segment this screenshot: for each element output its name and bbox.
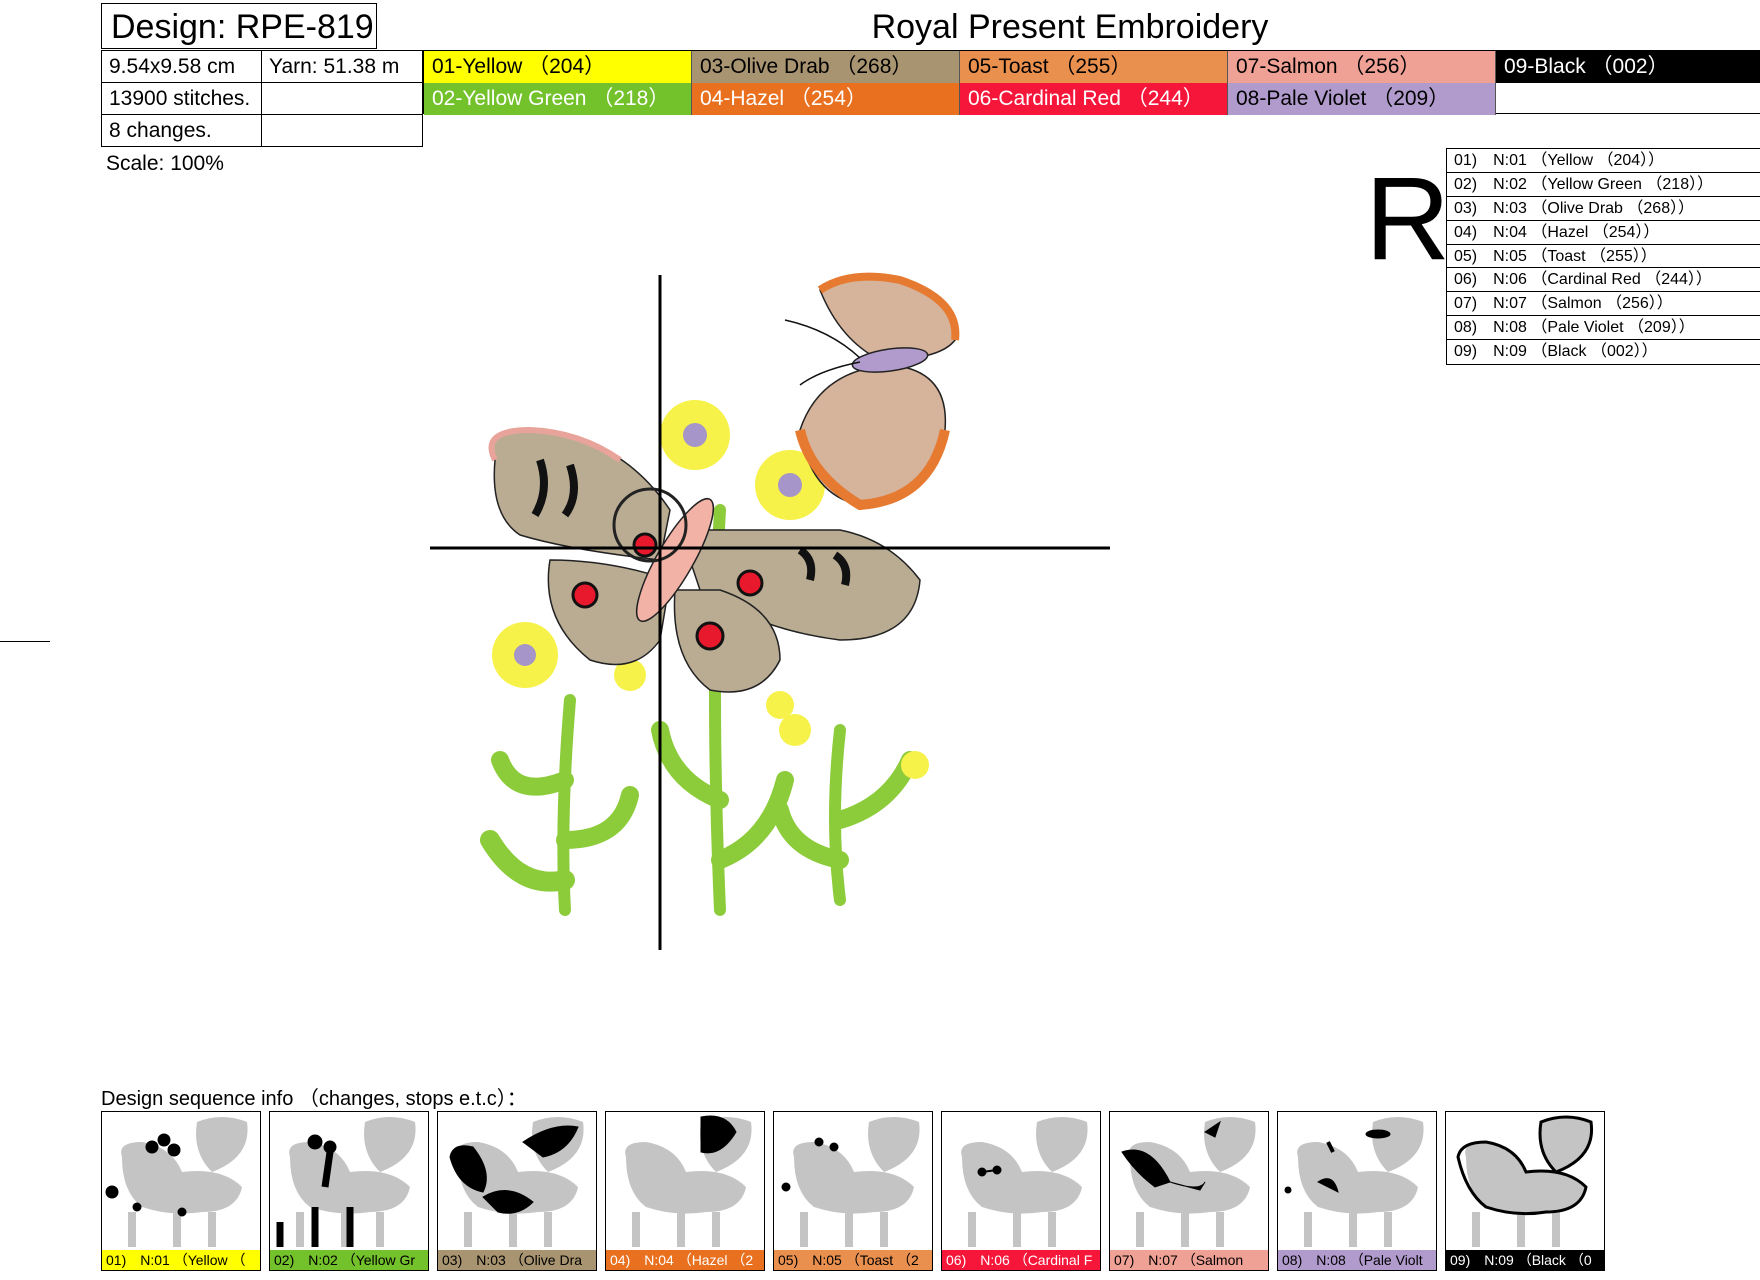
design-size: 9.54x9.58 cm [101, 50, 262, 83]
thumbnail-silhouette [781, 1117, 920, 1247]
thumbnail-label: 02) N:02 （Yellow Gr [270, 1250, 428, 1270]
color-swatch: 04-Hazel （254） [692, 83, 960, 115]
color-swatch: 03-Olive Drab （268） [692, 51, 960, 83]
sequence-thumbnail: 04) N:04 （Hazel （2 [605, 1111, 765, 1271]
stitch-order-row: 02) N:02 （Yellow Green （218）） [1447, 173, 1760, 197]
scale-label: Scale: 100% [106, 152, 224, 175]
thumbnail-silhouette [449, 1117, 584, 1247]
thumbnail-label: 08) N:08 （Pale Violt [1278, 1250, 1436, 1270]
color-swatch: 09-Black （002） [1496, 51, 1760, 83]
stitch-order-row: 09) N:09 （Black （002）） [1454, 343, 1658, 361]
sequence-thumbnail: 09) N:09 （Black （0 [1445, 1111, 1605, 1271]
margin-tick [0, 641, 50, 642]
sequence-thumbnail: 03) N:03 （Olive Dra [437, 1111, 597, 1271]
sequence-thumbnail: 02) N:02 （Yellow Gr [269, 1111, 429, 1271]
sequence-thumbnail: 01) N:01 （Yellow （ [101, 1111, 261, 1271]
color-swatch-grid: 01-Yellow （204） 03-Olive Drab （268） 05-Toa… [423, 50, 1760, 115]
sequence-thumbnail: 05) N:05 （Toast （2 [773, 1111, 933, 1271]
yarn-length: Yarn: 51.38 m [261, 50, 423, 83]
design-title: Design: RPE-819 [101, 3, 377, 49]
color-swatch: 08-Pale Violet （209） [1228, 83, 1496, 115]
reverse-mark: R [1365, 153, 1451, 285]
thumbnail-label: 04) N:04 （Hazel （2 [606, 1250, 764, 1270]
company-title: Royal Present Embroidery [871, 8, 1269, 46]
stitch-order-row: 01) N:01 （Yellow （204）） [1447, 149, 1760, 173]
sequence-thumbnail: 07) N:07 （Salmon [1109, 1111, 1269, 1271]
thumbnail-silhouette [961, 1117, 1088, 1247]
thumbnail-label: 09) N:09 （Black （0 [1446, 1250, 1604, 1270]
design-info-table: 9.54x9.58 cm Yarn: 51.38 m 13900 stitche… [101, 50, 423, 147]
thumbnail-silhouette [625, 1115, 752, 1247]
info-empty-cell [261, 114, 423, 147]
stitch-order-row: 03) N:03 （Olive Drab （268）） [1447, 197, 1760, 221]
thumbnail-silhouette [1456, 1115, 1594, 1247]
color-swatch: 07-Salmon （256） [1228, 51, 1496, 83]
stitch-count: 13900 stitches. [101, 82, 262, 115]
thumbnail-silhouette [1121, 1117, 1256, 1247]
stitch-order-row: 07) N:07 （Salmon （256）） [1447, 292, 1760, 317]
info-empty-cell [261, 82, 423, 115]
color-swatch-empty [1496, 83, 1760, 115]
sequence-thumbnail: 06) N:06 （Cardinal F [941, 1111, 1101, 1271]
stitch-order-row: 08) N:08 （Pale Violet （209）） [1447, 316, 1760, 341]
color-swatch: 01-Yellow （204） [424, 51, 692, 83]
color-swatch: 05-Toast （255） [960, 51, 1228, 83]
color-swatch: 06-Cardinal Red （244） [960, 83, 1228, 115]
sequence-thumbnail: 08) N:08 （Pale Violt [1277, 1111, 1437, 1271]
color-changes: 8 changes. [101, 114, 262, 147]
thumbnail-silhouette [276, 1117, 416, 1247]
sequence-thumbnail-strip: 01) N:01 （Yellow （ 02) N:02 （Yellow Gr 03)… [101, 1111, 1613, 1273]
embroidery-preview [430, 272, 1110, 950]
thumbnail-silhouette [1284, 1117, 1424, 1247]
thumbnail-label: 06) N:06 （Cardinal F [942, 1250, 1100, 1270]
stitch-order-list: 01) N:01 （Yellow （204）） 02) N:02 （Yellow … [1446, 148, 1760, 366]
color-swatch: 02-Yellow Green （218） [424, 83, 692, 115]
thumbnail-silhouette [105, 1117, 248, 1247]
thumbnail-label: 05) N:05 （Toast （2 [774, 1250, 932, 1270]
thumbnail-label: 01) N:01 （Yellow （ [102, 1250, 260, 1270]
stitch-order-row: 04) N:04 （Hazel （254）） [1447, 221, 1760, 245]
stitch-order-row: 06) N:06 （Cardinal Red （244）） [1447, 268, 1760, 293]
thumbnail-label: 03) N:03 （Olive Dra [438, 1250, 596, 1270]
sequence-label: Design sequence info （changes, stops e.t… [101, 1088, 527, 1110]
stitch-order-row: 05) N:05 （Toast （255）） [1447, 245, 1760, 269]
thumbnail-label: 07) N:07 （Salmon [1110, 1250, 1268, 1270]
